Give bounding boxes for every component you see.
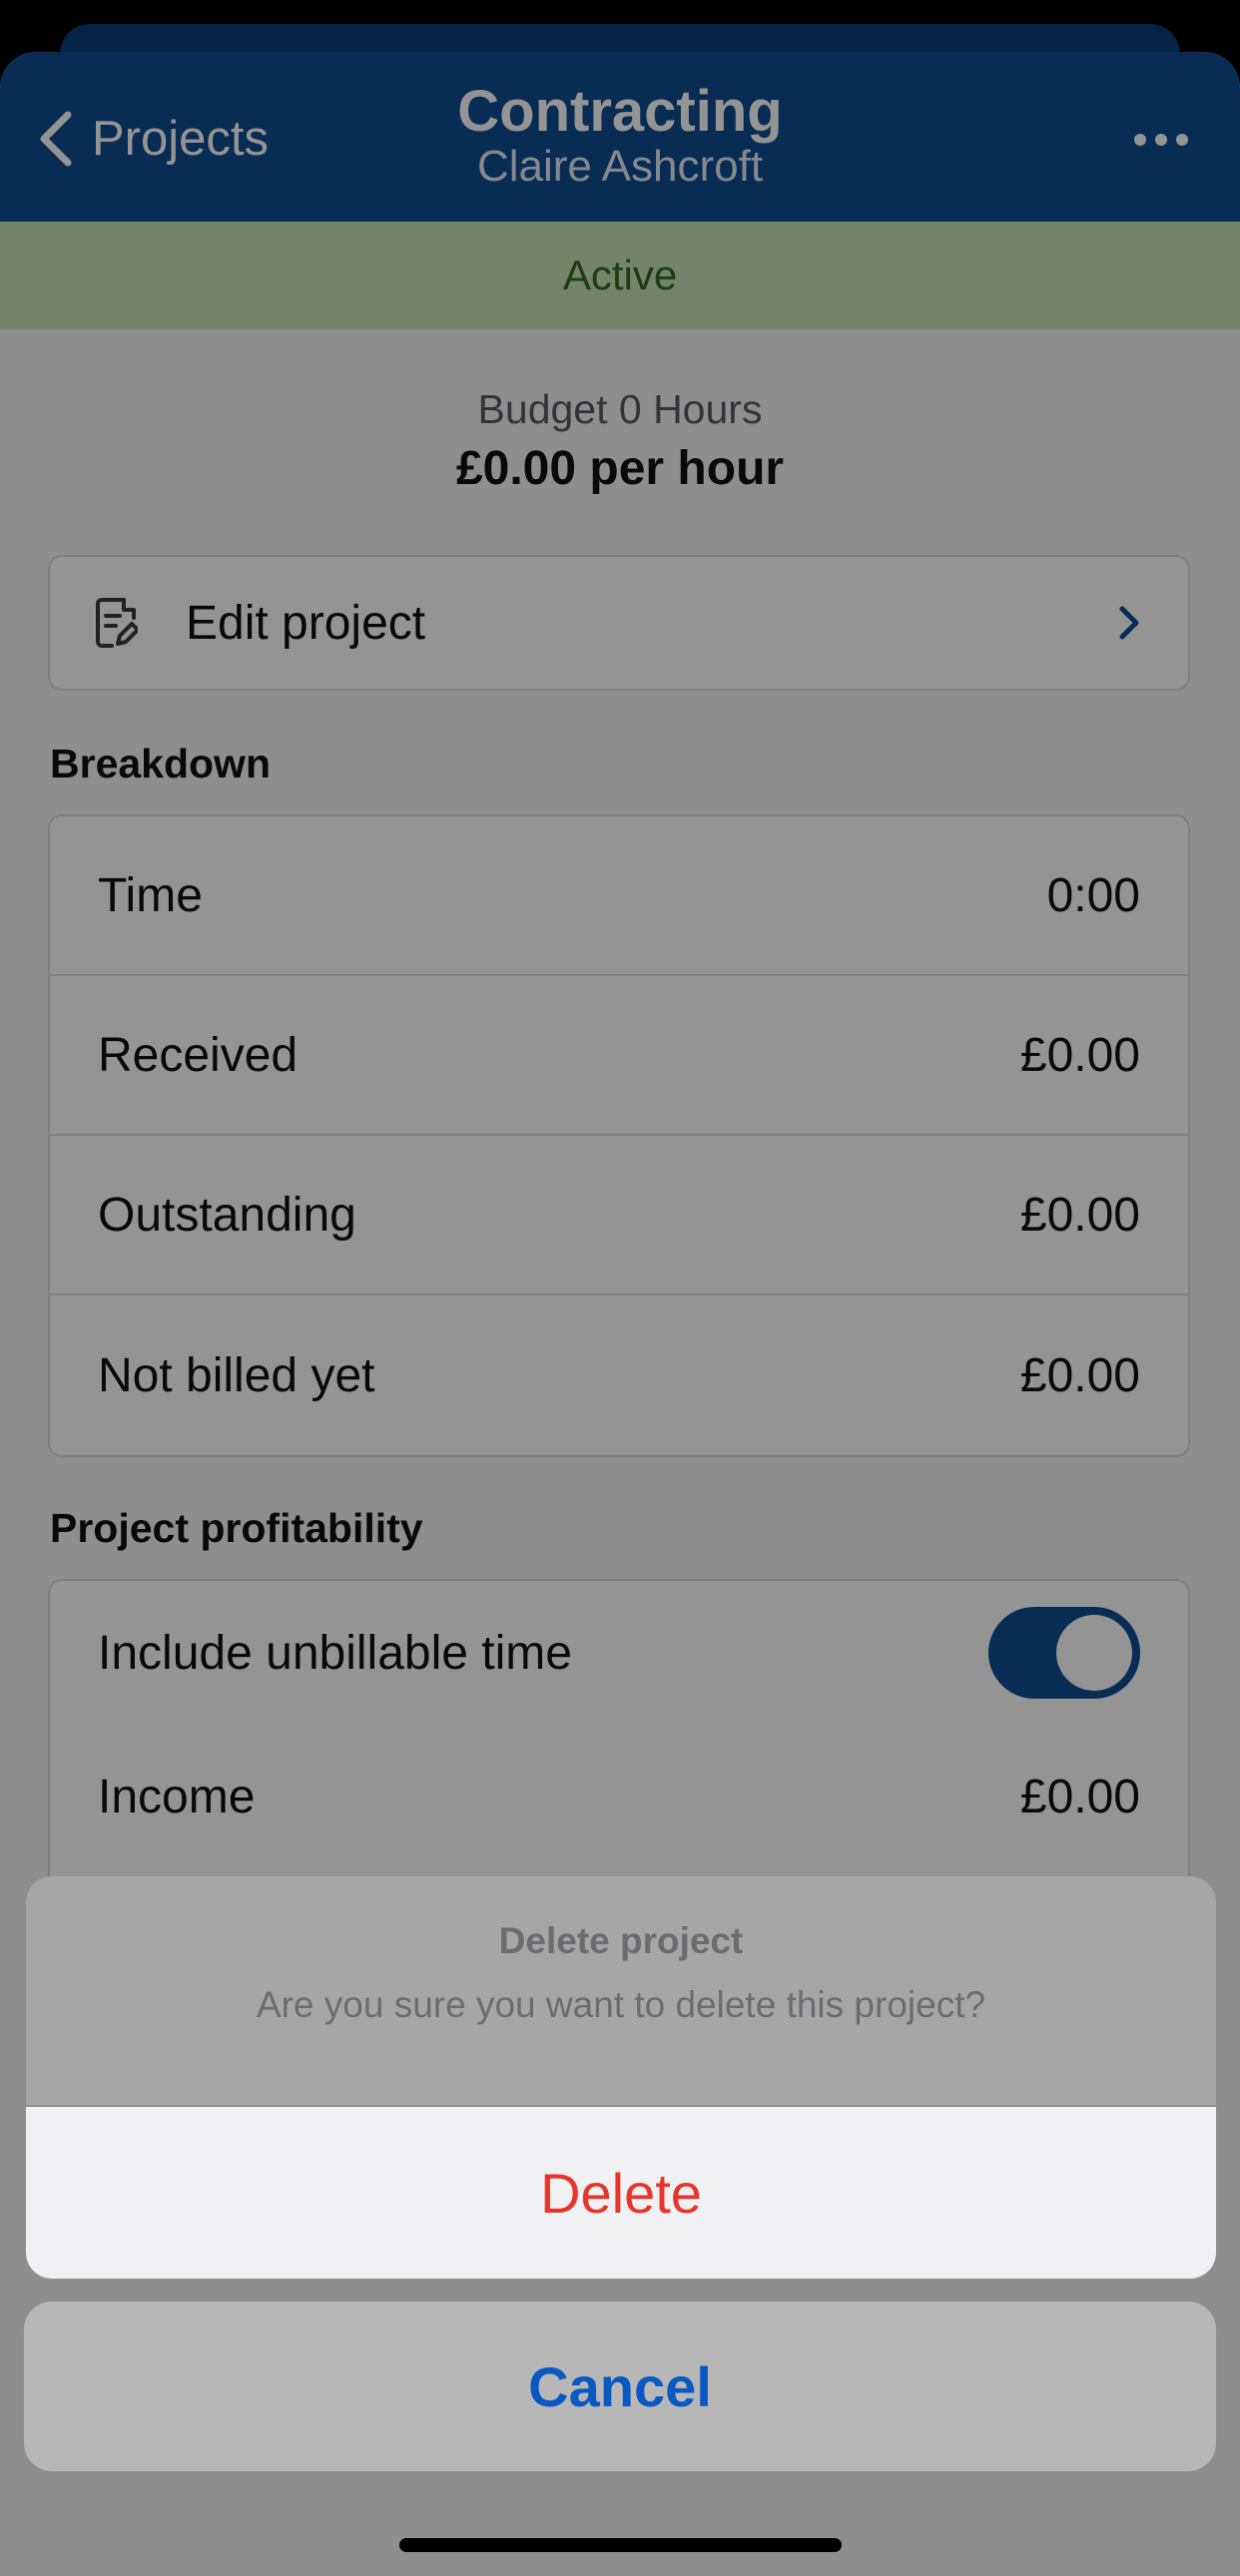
- home-indicator[interactable]: [399, 2538, 842, 2552]
- cancel-button[interactable]: Cancel: [24, 2302, 1216, 2471]
- action-sheet-message: Are you sure you want to delete this pro…: [256, 1984, 986, 2025]
- action-sheet-title: Delete project: [498, 1920, 744, 1961]
- action-sheet-header: Delete project Are you sure you want to …: [26, 1876, 1216, 2107]
- delete-button[interactable]: Delete: [26, 2107, 1216, 2279]
- delete-action-sheet: Delete project Are you sure you want to …: [26, 1876, 1216, 2279]
